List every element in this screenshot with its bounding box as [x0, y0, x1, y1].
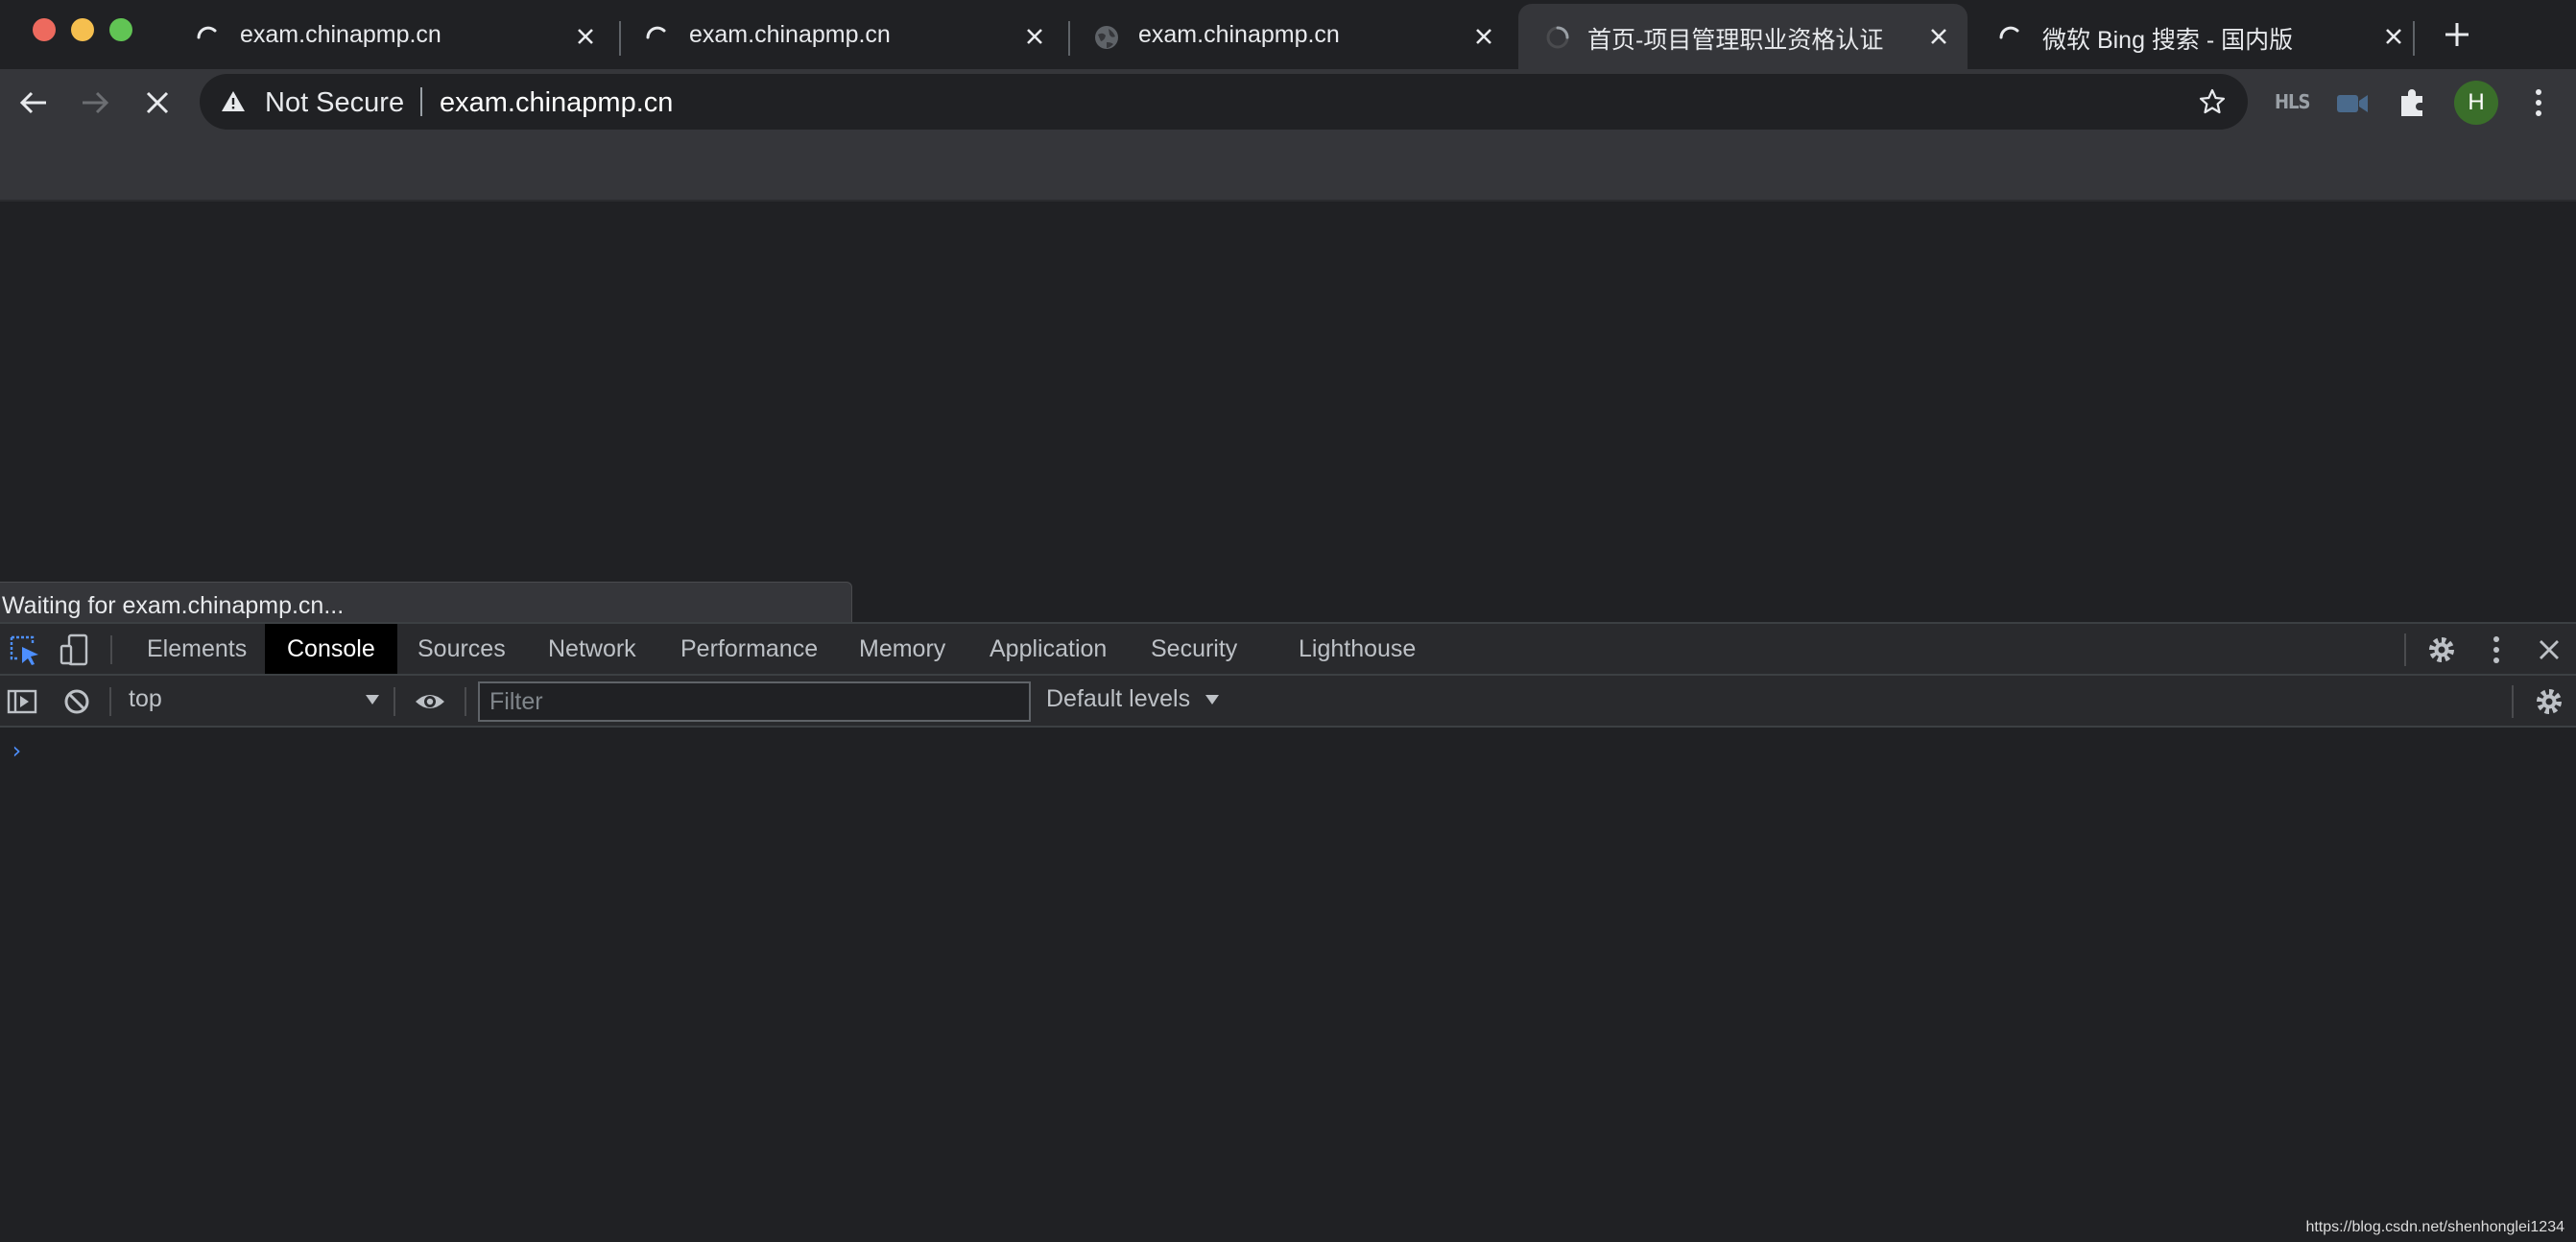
- console-filter-input[interactable]: [478, 681, 1031, 722]
- extensions-puzzle-icon[interactable]: [2397, 86, 2429, 119]
- console-settings-gear-icon[interactable]: [2532, 684, 2566, 719]
- devtools-tab-sources[interactable]: Sources: [417, 624, 506, 674]
- tab-title: exam.chinapmp.cn: [1138, 21, 1340, 48]
- devtools-tab-network[interactable]: Network: [548, 624, 636, 674]
- devtools-tab-bar: Elements Console Sources Network Perform…: [0, 624, 2576, 676]
- video-camera-icon[interactable]: [2336, 92, 2369, 115]
- forward-arrow-icon[interactable]: [75, 83, 115, 123]
- loading-spinner-icon: [1999, 26, 2019, 39]
- devtools-tab-lighthouse[interactable]: Lighthouse: [1299, 624, 1416, 674]
- toolbar-divider: [2404, 633, 2406, 666]
- toolbar-divider: [2512, 685, 2514, 718]
- loading-spinner-icon: [197, 26, 217, 39]
- execution-context-value: top: [129, 685, 162, 712]
- bookmark-star-icon[interactable]: [2198, 87, 2227, 116]
- window-minimize-button[interactable]: [71, 18, 94, 41]
- devtools-tab-console[interactable]: Console: [265, 624, 397, 674]
- devtools-menu-icon[interactable]: [2479, 633, 2514, 667]
- tab-title: 首页-项目管理职业资格认证: [1587, 27, 1884, 54]
- watermark-url: https://blog.csdn.net/shenhonglei1234: [2305, 1219, 2564, 1235]
- toolbar-divider: [465, 687, 466, 716]
- status-bubble: Waiting for exam.chinapmp.cn...: [0, 582, 852, 624]
- devtools-tab-memory[interactable]: Memory: [859, 624, 945, 674]
- live-expression-eye-icon[interactable]: [413, 684, 447, 719]
- toolbar-divider: [394, 687, 395, 716]
- tab-title: 微软 Bing 搜索 - 国内版: [2042, 27, 2294, 54]
- console-prompt[interactable]: ›: [10, 737, 23, 764]
- browser-tab[interactable]: 微软 Bing 搜索 - 国内版: [1968, 4, 2422, 69]
- back-arrow-icon[interactable]: [13, 83, 54, 123]
- tab-title: exam.chinapmp.cn: [240, 21, 441, 48]
- toolbar-divider: [109, 687, 111, 716]
- address-bar[interactable]: Not Secure exam.chinapmp.cn: [200, 74, 2248, 130]
- browser-toolbar: Not Secure exam.chinapmp.cn HLS H: [0, 69, 2576, 136]
- chevron-down-icon: [366, 695, 379, 705]
- tab-strip: exam.chinapmp.cn exam.chinapmp.cn exam.c…: [0, 0, 2576, 69]
- bookmarks-bar: [0, 136, 2576, 202]
- new-tab-plus-icon[interactable]: [2440, 17, 2474, 52]
- devtools-tab-elements[interactable]: Elements: [147, 624, 247, 674]
- url-text[interactable]: exam.chinapmp.cn: [440, 87, 673, 119]
- tab-separator: [2413, 21, 2415, 56]
- inspect-element-icon[interactable]: [8, 633, 42, 668]
- browser-tab[interactable]: exam.chinapmp.cn: [165, 4, 614, 69]
- omnibox-divider: [420, 87, 422, 116]
- globe-icon: [1095, 26, 1118, 49]
- close-icon[interactable]: [1021, 23, 1048, 50]
- browser-menu-icon[interactable]: [2524, 86, 2553, 119]
- profile-avatar[interactable]: H: [2454, 81, 2498, 125]
- devtools-tab-security[interactable]: Security: [1151, 624, 1237, 674]
- close-icon[interactable]: [1470, 23, 1497, 50]
- console-toolbar: top Default levels: [0, 676, 2576, 728]
- sidebar-toggle-icon[interactable]: [6, 684, 40, 719]
- loading-spinner-icon: [646, 26, 666, 39]
- security-status-label[interactable]: Not Secure: [265, 87, 404, 119]
- execution-context-select[interactable]: top: [129, 685, 380, 718]
- window-zoom-button[interactable]: [109, 18, 132, 41]
- warning-triangle-icon[interactable]: [221, 89, 246, 114]
- devtools-tab-application[interactable]: Application: [990, 624, 1107, 674]
- close-icon[interactable]: [2380, 23, 2407, 50]
- close-icon[interactable]: [572, 23, 599, 50]
- page-viewport[interactable]: Waiting for exam.chinapmp.cn...: [0, 202, 2576, 624]
- tab-title: exam.chinapmp.cn: [689, 21, 891, 48]
- stop-loading-icon[interactable]: [137, 83, 178, 123]
- devtools-tab-performance[interactable]: Performance: [680, 624, 818, 674]
- avatar-letter: H: [2468, 89, 2485, 115]
- browser-tab-active[interactable]: 首页-项目管理职业资格认证: [1518, 4, 1968, 69]
- clear-console-icon[interactable]: [60, 684, 94, 719]
- log-levels-dropdown[interactable]: Default levels: [1046, 685, 1220, 713]
- close-icon[interactable]: [1925, 23, 1952, 50]
- window-close-button[interactable]: [33, 18, 56, 41]
- loading-spinner-icon: [1546, 26, 1569, 49]
- toolbar-divider: [110, 635, 112, 664]
- devtools-panel: Elements Console Sources Network Perform…: [0, 622, 2576, 1242]
- settings-gear-icon[interactable]: [2424, 633, 2459, 667]
- log-levels-label: Default levels: [1046, 685, 1191, 712]
- chevron-down-icon: [1205, 695, 1220, 705]
- browser-tab[interactable]: exam.chinapmp.cn: [614, 4, 1063, 69]
- close-devtools-icon[interactable]: [2532, 633, 2566, 667]
- device-toolbar-icon[interactable]: [58, 633, 92, 667]
- browser-tab[interactable]: exam.chinapmp.cn: [1063, 4, 1513, 69]
- hls-extension-icon[interactable]: HLS: [2275, 90, 2310, 113]
